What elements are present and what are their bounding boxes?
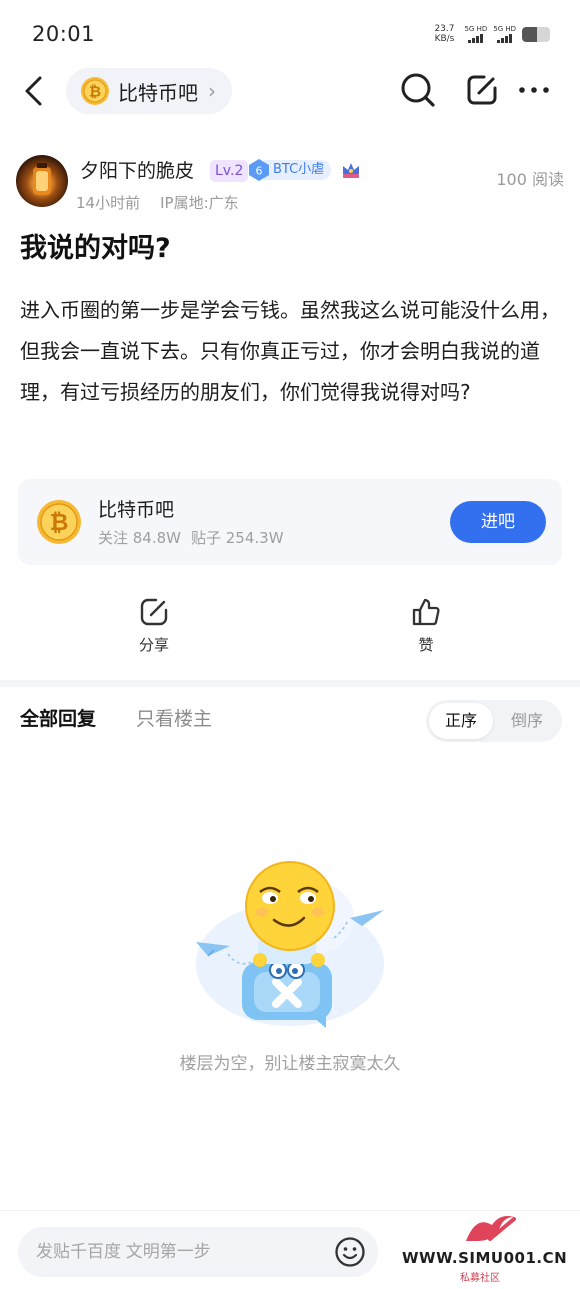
comment-box[interactable]: [18, 1227, 378, 1277]
thumbs-up-icon: [412, 598, 440, 626]
enter-forum-button[interactable]: 进吧: [450, 501, 546, 543]
avatar[interactable]: [16, 155, 68, 207]
post-title: 我说的对吗?: [20, 233, 171, 264]
network-speed: 23.7 KB/s: [434, 24, 455, 44]
fan-badge: 6 BTC小虐: [248, 158, 332, 182]
search-icon[interactable]: [398, 70, 438, 110]
top-nav: ₿ 比特币吧 ›: [0, 62, 580, 120]
like-label: 赞: [418, 636, 434, 654]
chevron-right-icon: ›: [208, 79, 216, 103]
ip-location: IP属地:广东: [160, 194, 239, 212]
bitcoin-icon: ₿: [81, 77, 109, 105]
follow-count: 关注 84.8W: [98, 529, 181, 547]
empty-state-illustration: [196, 861, 384, 1028]
signal-bars-icon: [468, 34, 484, 43]
signal-bars-icon: [497, 34, 513, 43]
forum-card[interactable]: ₿ 比特币吧 关注 84.8W 贴子 254.3W 进吧: [18, 479, 562, 565]
svg-text:₿: ₿: [50, 510, 69, 536]
sim1-signal: 5G HD: [464, 25, 487, 43]
watermark-site: WWW.SIMU001.CN: [402, 1249, 568, 1267]
post-count: 贴子 254.3W: [191, 529, 284, 547]
watermark-logo-icon: [466, 1216, 516, 1241]
share-label: 分享: [138, 636, 169, 654]
share-icon: [140, 598, 168, 626]
back-icon[interactable]: [18, 72, 52, 110]
sort-toggle: 正序 倒序: [426, 700, 562, 742]
svg-text:₿: ₿: [89, 83, 101, 101]
post-time: 14小时前: [76, 194, 141, 212]
share-action[interactable]: 分享: [114, 596, 194, 655]
more-icon[interactable]: [514, 70, 554, 110]
fan-badge-name: BTC小虐: [264, 160, 332, 180]
compose-icon[interactable]: [462, 70, 502, 110]
like-action[interactable]: 赞: [386, 596, 466, 655]
battery-icon: [522, 26, 550, 42]
post-author: 夕阳下的脆皮 Lv.2 6 BTC小虐 100 阅读 14小时前 IP属地:广东: [16, 152, 564, 216]
lantern-avatar-icon: [33, 163, 51, 195]
empty-state-text: 楼层为空，别让楼主寂寞太久: [179, 1054, 401, 1074]
status-time: 20:01: [32, 22, 96, 46]
post-content: 进入币圈的第一步是学会亏钱。虽然我这么说可能没什么用，但我会一直说下去。只有你真…: [20, 298, 560, 404]
tab-all-replies[interactable]: 全部回复: [20, 704, 96, 731]
status-indicators: 23.7 KB/s 5G HD 5G HD: [430, 24, 550, 44]
svg-text:6: 6: [256, 165, 263, 178]
gem-icon: 6: [249, 159, 269, 181]
post-meta: 14小时前 IP属地:广东: [76, 192, 239, 213]
forum-card-name: 比特币吧: [98, 499, 175, 521]
watermark: WWW.SIMU001.CN 私募社区: [400, 1211, 580, 1289]
sort-ascending[interactable]: 正序: [429, 703, 493, 739]
forum-stats: 关注 84.8W 贴子 254.3W: [98, 527, 284, 548]
bottom-bar: WWW.SIMU001.CN 私募社区: [0, 1210, 580, 1289]
crown-icon: [343, 163, 359, 178]
tab-owner-only[interactable]: 只看楼主: [136, 704, 212, 731]
view-count: 100 阅读: [496, 170, 564, 189]
status-bar: 20:01 23.7 KB/s 5G HD 5G HD: [0, 0, 580, 60]
watermark-sub: 私募社区: [460, 1273, 500, 1284]
comment-input[interactable]: [36, 1227, 326, 1277]
level-badge: Lv.2: [210, 160, 249, 182]
forum-name: 比特币吧: [118, 80, 198, 105]
section-divider: [0, 680, 580, 687]
author-name[interactable]: 夕阳下的脆皮: [80, 156, 194, 183]
sort-descending[interactable]: 倒序: [495, 703, 559, 739]
forum-pill[interactable]: ₿ 比特币吧 ›: [66, 68, 232, 114]
emoji-icon[interactable]: [334, 1236, 366, 1268]
sim2-signal: 5G HD: [493, 25, 516, 43]
bitcoin-icon: ₿: [37, 500, 81, 544]
